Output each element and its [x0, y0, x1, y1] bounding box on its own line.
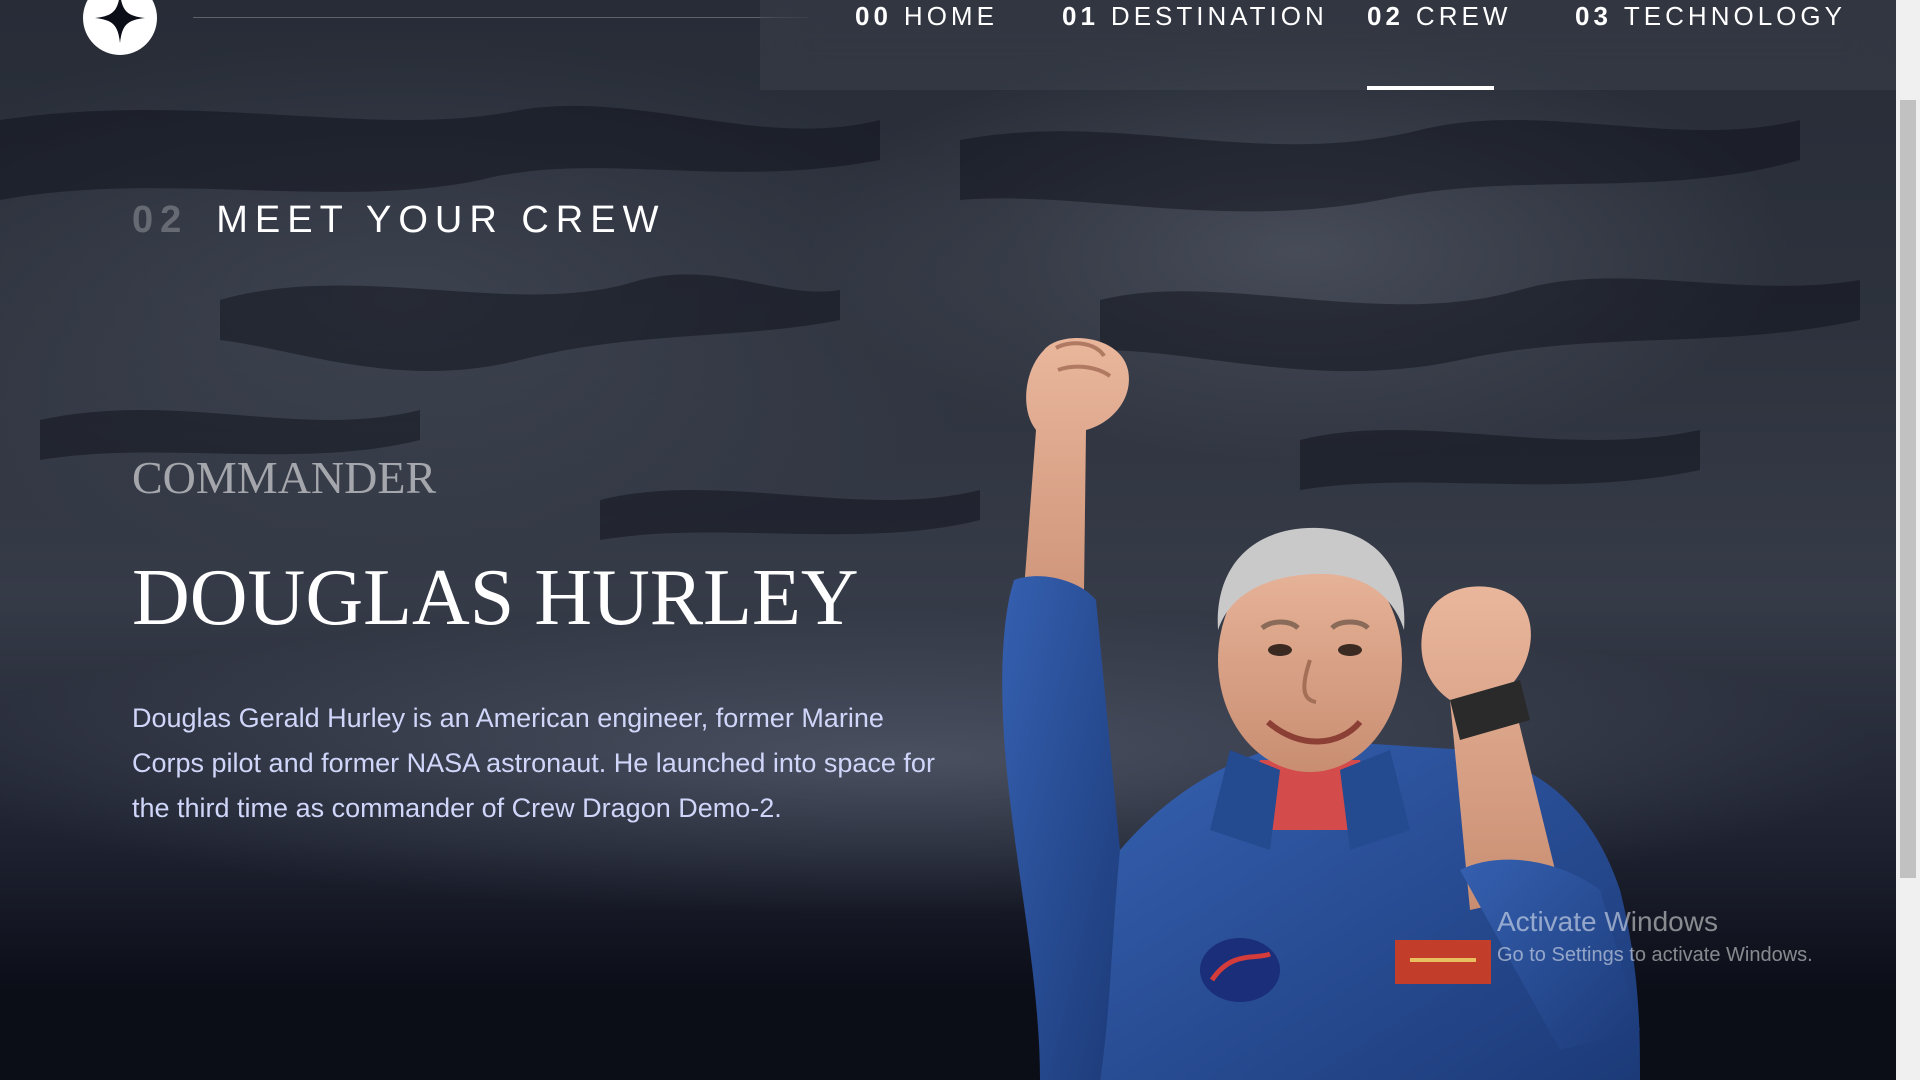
crew-bio: Douglas Gerald Hurley is an American eng…: [132, 703, 935, 823]
scrollbar-thumb[interactable]: [1900, 100, 1916, 878]
nav-item-destination[interactable]: 01 DESTINATION: [1062, 0, 1324, 90]
active-nav-indicator: [1367, 86, 1494, 90]
nav-label: DESTINATION: [1110, 1, 1328, 31]
activate-windows-watermark: Activate Windows Go to Settings to activ…: [1497, 904, 1813, 970]
page-title-label: MEET YOUR CREW: [216, 199, 666, 241]
crew-role: COMMANDER: [132, 452, 437, 503]
primary-nav: 00 HOME 01 DESTINATION 02 CREW 03 TECHNOLOGY: [760, 0, 1896, 90]
crew-page: 00 HOME 01 DESTINATION 02 CREW 03 TECHNOLOGY…: [0, 0, 1920, 1080]
header-divider: [193, 17, 808, 18]
nav-item-technology[interactable]: 03 TECHNOLOGY: [1575, 0, 1842, 90]
logo-icon[interactable]: [83, 0, 157, 55]
nav-label: CREW: [1415, 1, 1512, 31]
nav-number: 02: [1367, 1, 1404, 31]
crew-name: DOUGLAS HURLEY: [132, 554, 859, 642]
nav-item-home[interactable]: 00 HOME: [855, 0, 994, 90]
page-title: 02 MEET YOUR CREW: [132, 196, 665, 244]
page-title-number: 02: [132, 199, 189, 241]
nav-number: 00: [855, 1, 892, 31]
nav-label: HOME: [903, 1, 998, 31]
watermark-title: Activate Windows: [1497, 906, 1718, 937]
nav-number: 03: [1575, 1, 1612, 31]
watermark-subtitle: Go to Settings to activate Windows.: [1497, 944, 1813, 966]
nav-number: 01: [1062, 1, 1099, 31]
nav-label: TECHNOLOGY: [1623, 1, 1846, 31]
nav-item-crew[interactable]: 02 CREW: [1367, 0, 1507, 90]
